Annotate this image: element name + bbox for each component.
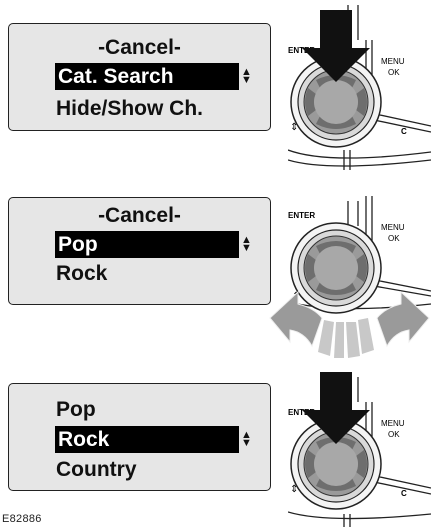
c-label: C	[401, 489, 407, 498]
menu-label: MENU	[381, 223, 405, 232]
scroll-arrows-icon: ▲ ▼	[241, 234, 252, 254]
menu-item-rock-selected[interactable]: Rock	[55, 426, 239, 453]
ok-label: OK	[388, 430, 400, 439]
control-unit-1: ENTER MENU OK C ⇕	[288, 5, 431, 170]
menu-item-pop-selected[interactable]: Pop	[55, 231, 239, 258]
figure-code: E82886	[2, 513, 42, 525]
menu-item-cancel[interactable]: -Cancel-	[9, 34, 270, 61]
enter-label: ENTER	[288, 211, 315, 220]
menu-item-cat-search-selected[interactable]: Cat. Search	[55, 63, 239, 90]
ok-label: OK	[388, 68, 400, 77]
menu-label: MENU	[381, 419, 405, 428]
control-unit-3: ENTER MENU OK C ⇕	[288, 372, 431, 527]
lcd-screen-3: Pop Rock ▲ ▼ Country	[8, 383, 271, 491]
lcd-screen-1: -Cancel- Cat. Search ▲ ▼ Hide/Show Ch.	[8, 23, 271, 131]
scroll-arrows-icon: ▲ ▼	[241, 429, 252, 449]
ok-label: OK	[388, 234, 400, 243]
control-unit-2: ENTER MENU OK ⇕	[269, 196, 431, 358]
menu-item-pop[interactable]: Pop	[56, 396, 96, 423]
lcd-screen-2: -Cancel- Pop ▲ ▼ Rock	[8, 197, 271, 305]
menu-item-hide-show-ch[interactable]: Hide/Show Ch.	[56, 95, 203, 122]
menu-item-country[interactable]: Country	[56, 456, 137, 483]
menu-item-cancel[interactable]: -Cancel-	[9, 202, 270, 229]
menu-item-rock[interactable]: Rock	[56, 260, 107, 287]
menu-label: MENU	[381, 57, 405, 66]
c-label: C	[401, 127, 407, 136]
rotary-knob[interactable]	[290, 222, 382, 314]
scroll-arrows-icon: ▲ ▼	[241, 66, 252, 86]
